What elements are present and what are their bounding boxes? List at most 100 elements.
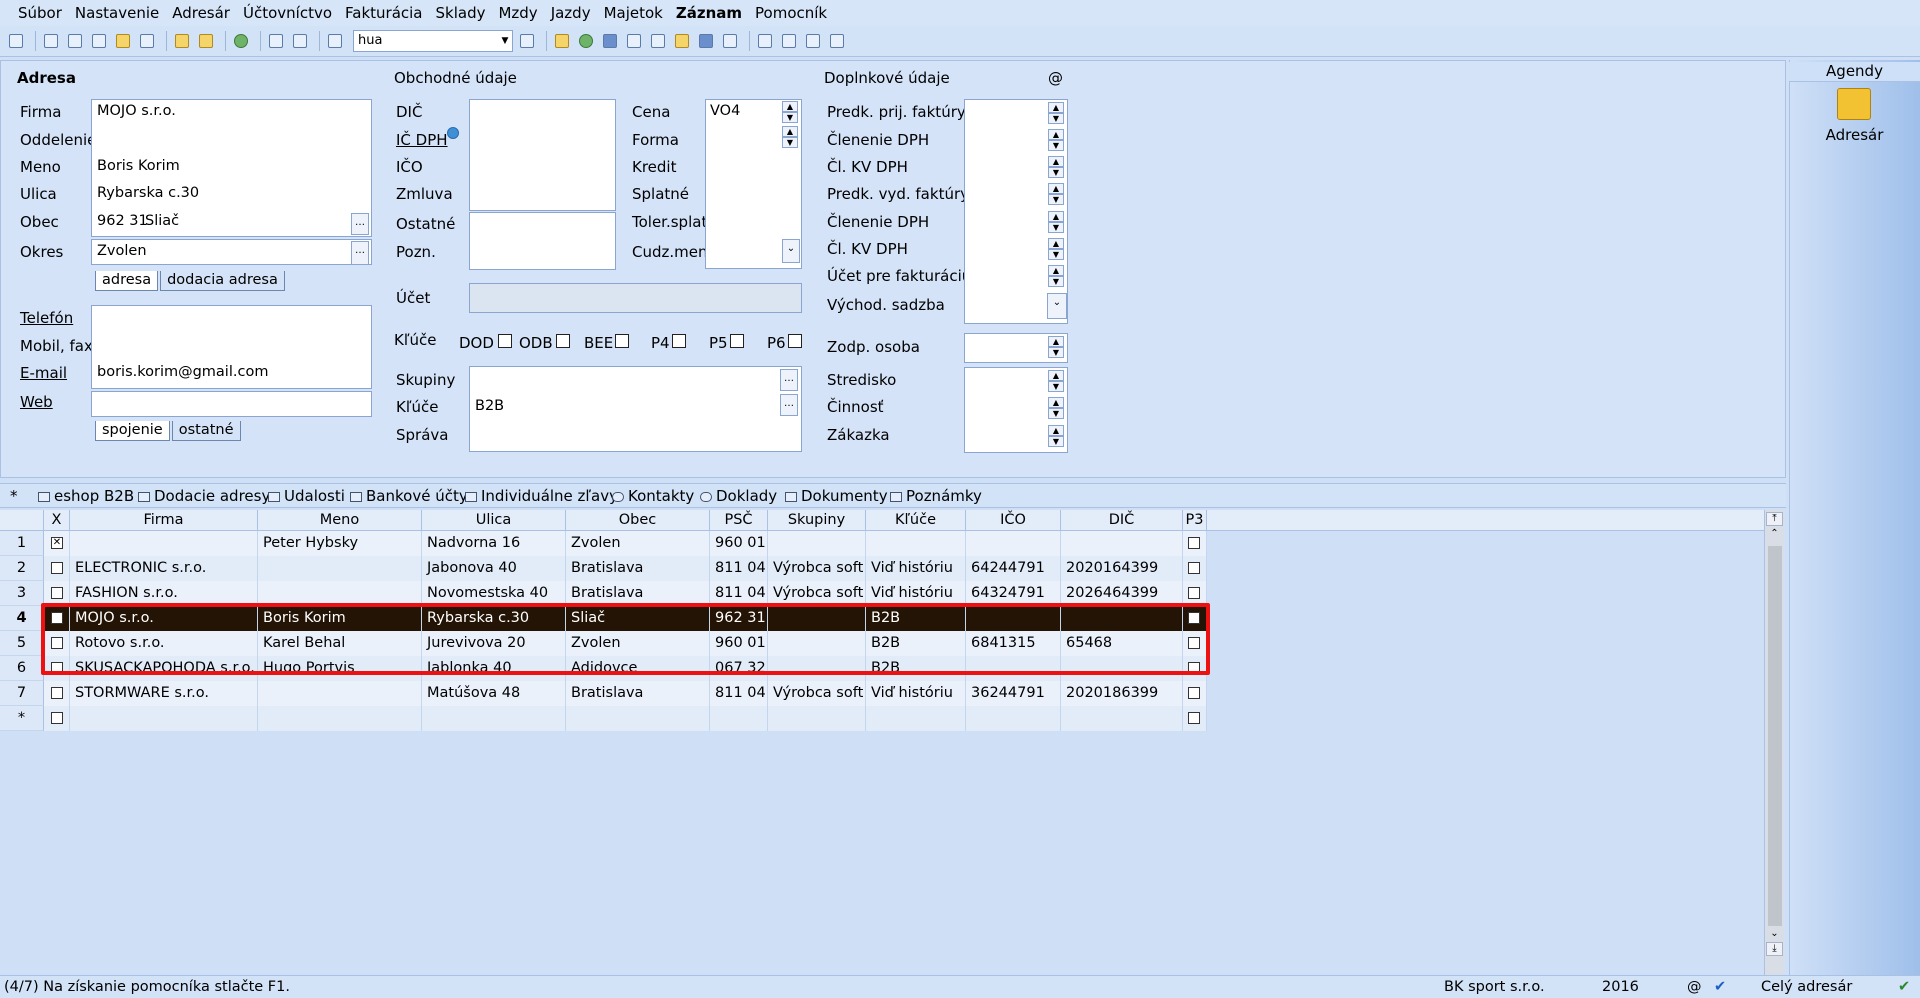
cell-ulica[interactable]: [422, 706, 566, 731]
folder-icon[interactable]: [552, 31, 572, 51]
calculator-icon[interactable]: [648, 31, 668, 51]
tab-kontakty[interactable]: Kontakty: [612, 487, 694, 505]
groups-box[interactable]: [469, 366, 802, 452]
spin-down-3[interactable]: ▼: [1048, 167, 1064, 178]
menu-subor[interactable]: Súbor: [18, 4, 62, 22]
tab-dodacia-adresa[interactable]: dodacia adresa: [160, 271, 285, 291]
row-number[interactable]: *: [0, 706, 44, 731]
menu-majetok[interactable]: Majetok: [604, 4, 663, 22]
key-p6-checkbox[interactable]: [788, 334, 802, 348]
spin-up-3[interactable]: ▲: [1048, 156, 1064, 167]
cinnost-spin-up[interactable]: ▲: [1048, 397, 1064, 408]
row-checkbox[interactable]: ✕: [51, 537, 63, 549]
email-field[interactable]: boris.korim@gmail.com: [97, 364, 268, 380]
cell-meno[interactable]: [258, 556, 422, 581]
key-odb-checkbox[interactable]: [556, 334, 570, 348]
cell-dic[interactable]: [1061, 531, 1183, 556]
row-number[interactable]: 3: [0, 581, 44, 606]
spin-down-1[interactable]: ▼: [1048, 113, 1064, 124]
window-icon[interactable]: [755, 31, 775, 51]
status-at-icon[interactable]: @: [1687, 979, 1702, 995]
firma-field[interactable]: MOJO s.r.o.: [97, 103, 176, 119]
row-number[interactable]: 2: [0, 556, 44, 581]
tab-eshop-b2b[interactable]: eshop B2B: [38, 487, 134, 505]
row-p3-checkbox[interactable]: [1188, 562, 1200, 574]
cell-obec[interactable]: [566, 706, 710, 731]
tab-poznamky[interactable]: Poznámky: [890, 487, 982, 505]
row-checkbox[interactable]: [51, 587, 63, 599]
obec-lookup-button[interactable]: …: [351, 213, 369, 235]
zakazka-spin-down[interactable]: ▼: [1048, 436, 1064, 447]
tab-doklady[interactable]: Doklady: [700, 487, 777, 505]
key-p4-checkbox[interactable]: [672, 334, 686, 348]
cell-ulica[interactable]: Jabonova 40: [422, 556, 566, 581]
spin-down-5[interactable]: ▼: [1048, 222, 1064, 233]
skupiny-lookup-button[interactable]: …: [780, 369, 798, 391]
tab-bankove-ucty[interactable]: Bankové účty: [350, 487, 468, 505]
at-icon[interactable]: @: [1048, 69, 1063, 87]
web-field[interactable]: [91, 391, 372, 417]
cell-skupiny[interactable]: Výrobca soft: [768, 556, 866, 581]
cell-firma[interactable]: [70, 706, 258, 731]
scroll-top-icon[interactable]: ⤒: [1766, 512, 1783, 526]
cena-spin-up[interactable]: ▲: [782, 101, 798, 112]
col-header-p3[interactable]: P3: [1183, 510, 1207, 531]
row-number[interactable]: 5: [0, 631, 44, 656]
menu-pomocnik[interactable]: Pomocník: [755, 4, 827, 22]
row-number[interactable]: 4: [0, 606, 44, 631]
zodp-spin-up[interactable]: ▲: [1048, 336, 1064, 347]
menu-fakturacia[interactable]: Fakturácia: [345, 4, 422, 22]
col-header-skupiny[interactable]: Skupiny: [768, 510, 866, 531]
chevron-down-icon[interactable]: ▼: [498, 31, 512, 51]
spin-up-2[interactable]: ▲: [1048, 129, 1064, 140]
globe-icon[interactable]: [447, 127, 459, 139]
menu-uctovnictvo[interactable]: Účtovníctvo: [243, 4, 332, 22]
spin-up-5[interactable]: ▲: [1048, 211, 1064, 222]
table-row[interactable]: 2 ELECTRONIC s.r.o. Jabonova 40 Bratislava 8…: [0, 556, 1207, 581]
scroll-bottom-icon[interactable]: ⤓: [1766, 942, 1783, 956]
cell-meno[interactable]: Peter Hybsky: [258, 531, 422, 556]
spin-up-4[interactable]: ▲: [1048, 183, 1064, 194]
cell-ico[interactable]: 36244791: [966, 681, 1061, 706]
key-bee-checkbox[interactable]: [615, 334, 629, 348]
tools-icon[interactable]: [827, 31, 847, 51]
okres-field[interactable]: Zvolen: [97, 243, 147, 259]
stredisko-spin-down[interactable]: ▼: [1048, 381, 1064, 392]
cell-firma[interactable]: [70, 531, 258, 556]
table-icon[interactable]: [624, 31, 644, 51]
col-header-obec[interactable]: Obec: [566, 510, 710, 531]
iban-icon[interactable]: [696, 31, 716, 51]
tab-individualne-zlavy[interactable]: Individuálne zľavy: [465, 487, 618, 505]
spin-up-7[interactable]: ▲: [1048, 265, 1064, 276]
address-book-icon[interactable]: [1837, 88, 1871, 120]
forma-spin-down[interactable]: ▼: [782, 137, 798, 148]
spin-up-6[interactable]: ▲: [1048, 238, 1064, 249]
grid-corner[interactable]: [0, 510, 44, 531]
row-p3-checkbox[interactable]: [1188, 712, 1200, 724]
new-record-icon[interactable]: [172, 31, 192, 51]
save-icon[interactable]: [266, 31, 286, 51]
table-row[interactable]: 7 STORMWARE s.r.o. Matúšova 48 Bratislava 81…: [0, 681, 1207, 706]
col-header-kluce[interactable]: Kľúče: [866, 510, 966, 531]
cell-ulica[interactable]: Matúšova 48: [422, 681, 566, 706]
cell-firma[interactable]: STORMWARE s.r.o.: [70, 681, 258, 706]
psc-field[interactable]: 962 31: [97, 213, 148, 229]
cell-psc[interactable]: 811 04: [710, 681, 768, 706]
cell-psc[interactable]: 811 04: [710, 556, 768, 581]
scroll-up-icon[interactable]: ⌃: [1766, 528, 1783, 542]
label-icdph[interactable]: IČ DPH: [396, 131, 448, 149]
cell-ico[interactable]: [966, 531, 1061, 556]
group-icon[interactable]: [672, 31, 692, 51]
cell-dic[interactable]: 2020164399: [1061, 556, 1183, 581]
edit-icon[interactable]: [196, 31, 216, 51]
open-icon[interactable]: [41, 31, 61, 51]
col-header-ulica[interactable]: Ulica: [422, 510, 566, 531]
key-dod-checkbox[interactable]: [498, 334, 512, 348]
label-telefon[interactable]: Telefón: [20, 309, 73, 327]
tab-spojenie[interactable]: spojenie: [95, 421, 170, 441]
cell-psc[interactable]: 960 01: [710, 531, 768, 556]
cell-skupiny[interactable]: [768, 706, 866, 731]
col-header-dic[interactable]: DIČ: [1061, 510, 1183, 531]
kluce-field[interactable]: B2B: [475, 398, 504, 414]
col-header-ico[interactable]: IČO: [966, 510, 1061, 531]
